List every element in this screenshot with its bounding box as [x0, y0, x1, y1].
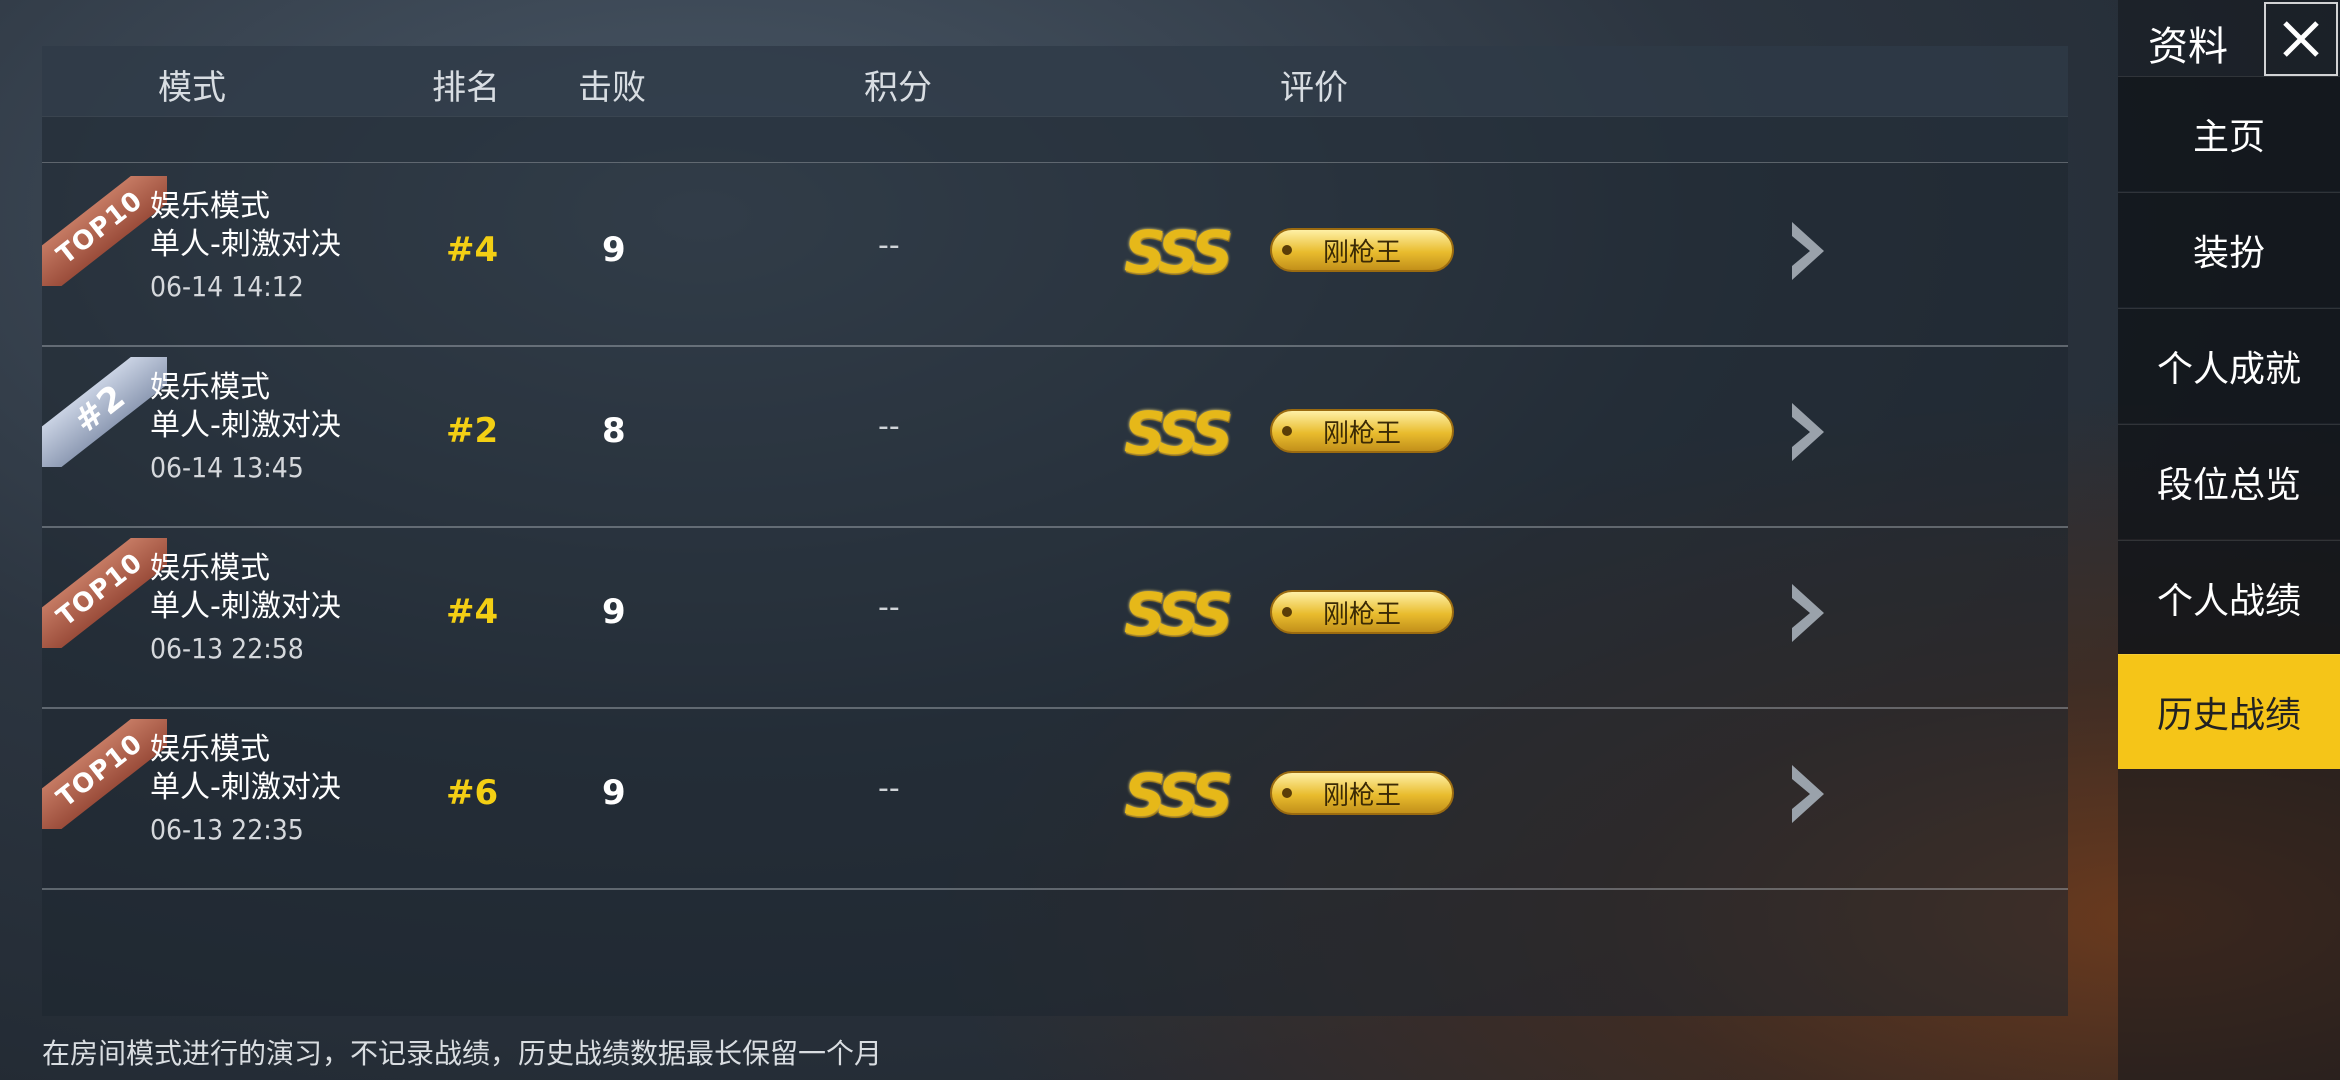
grade-sss: SSS — [1124, 218, 1233, 286]
match-rank: #6 — [446, 773, 499, 813]
grade-sss: SSS — [1124, 399, 1233, 467]
match-score: -- — [878, 409, 900, 444]
match-score: -- — [878, 771, 900, 806]
sidebar-item-tier-overview[interactable]: 段位总览 — [2118, 424, 2340, 539]
header-score: 积分 — [864, 68, 932, 108]
match-mode: 娱乐模式 单人-刺激对决 — [150, 551, 341, 624]
sidebar-item-personal-stats[interactable]: 个人战绩 — [2118, 540, 2340, 655]
match-date: 06-14 13:45 — [150, 451, 304, 484]
match-row[interactable]: TOP10 娱乐模式 单人-刺激对决 06-13 22:58 #4 9 -- SS… — [42, 526, 2068, 709]
badge-dot-icon — [1282, 788, 1292, 798]
match-date: 06-13 22:58 — [150, 632, 304, 665]
sidebar-item-achievements[interactable]: 个人成就 — [2118, 308, 2340, 423]
table-header — [42, 46, 2068, 117]
match-rank: #2 — [446, 411, 499, 451]
match-score: -- — [878, 228, 900, 263]
match-mode: 娱乐模式 单人-刺激对决 — [150, 370, 341, 443]
chevron-right-icon[interactable] — [1778, 397, 1838, 467]
title-badge: 刚枪王 — [1270, 590, 1454, 634]
chevron-right-icon[interactable] — [1778, 759, 1838, 829]
match-row[interactable]: TOP10 娱乐模式 单人-刺激对决 06-13 22:35 #6 9 -- SS… — [42, 707, 2068, 890]
sidebar-item-match-history[interactable]: 历史战绩 — [2118, 654, 2340, 769]
badge-dot-icon — [1282, 607, 1292, 617]
table-subheader — [42, 116, 2068, 163]
title-badge: 刚枪王 — [1270, 771, 1454, 815]
match-kills: 9 — [602, 592, 626, 632]
sidebar-item-home[interactable]: 主页 — [2118, 76, 2340, 191]
match-rank: #4 — [446, 592, 499, 632]
footer-note: 在房间模式进行的演习，不记录战绩，历史战绩数据最长保留一个月 — [42, 1037, 883, 1070]
header-kills: 击败 — [578, 68, 646, 108]
match-kills: 9 — [602, 230, 626, 270]
sidebar-title: 资料 — [2148, 24, 2228, 70]
match-mode: 娱乐模式 单人-刺激对决 — [150, 732, 341, 805]
close-button[interactable] — [2264, 2, 2338, 76]
match-kills: 9 — [602, 773, 626, 813]
chevron-right-icon[interactable] — [1778, 216, 1838, 286]
header-mode: 模式 — [158, 68, 226, 108]
top10-ribbon: TOP10 — [42, 176, 167, 286]
close-icon — [2283, 21, 2319, 57]
rank2-ribbon: #2 — [42, 357, 167, 467]
match-row[interactable]: #2 娱乐模式 单人-刺激对决 06-14 13:45 #2 8 -- SSS 刚… — [42, 345, 2068, 528]
grade-sss: SSS — [1124, 580, 1233, 648]
sidebar-item-outfit[interactable]: 装扮 — [2118, 192, 2340, 307]
badge-dot-icon — [1282, 245, 1292, 255]
title-badge: 刚枪王 — [1270, 409, 1454, 453]
top10-ribbon: TOP10 — [42, 719, 167, 829]
match-kills: 8 — [602, 411, 626, 451]
match-mode: 娱乐模式 单人-刺激对决 — [150, 189, 341, 262]
match-rank: #4 — [446, 230, 499, 270]
badge-dot-icon — [1282, 426, 1292, 436]
match-score: -- — [878, 590, 900, 625]
header-rating: 评价 — [1280, 68, 1348, 108]
match-date: 06-14 14:12 — [150, 270, 304, 303]
title-badge: 刚枪王 — [1270, 228, 1454, 272]
match-row[interactable]: TOP10 娱乐模式 单人-刺激对决 06-14 14:12 #4 9 -- SS… — [42, 164, 2068, 347]
chevron-right-icon[interactable] — [1778, 578, 1838, 648]
top10-ribbon: TOP10 — [42, 538, 167, 648]
match-date: 06-13 22:35 — [150, 813, 304, 846]
grade-sss: SSS — [1124, 761, 1233, 829]
header-rank: 排名 — [432, 68, 500, 108]
